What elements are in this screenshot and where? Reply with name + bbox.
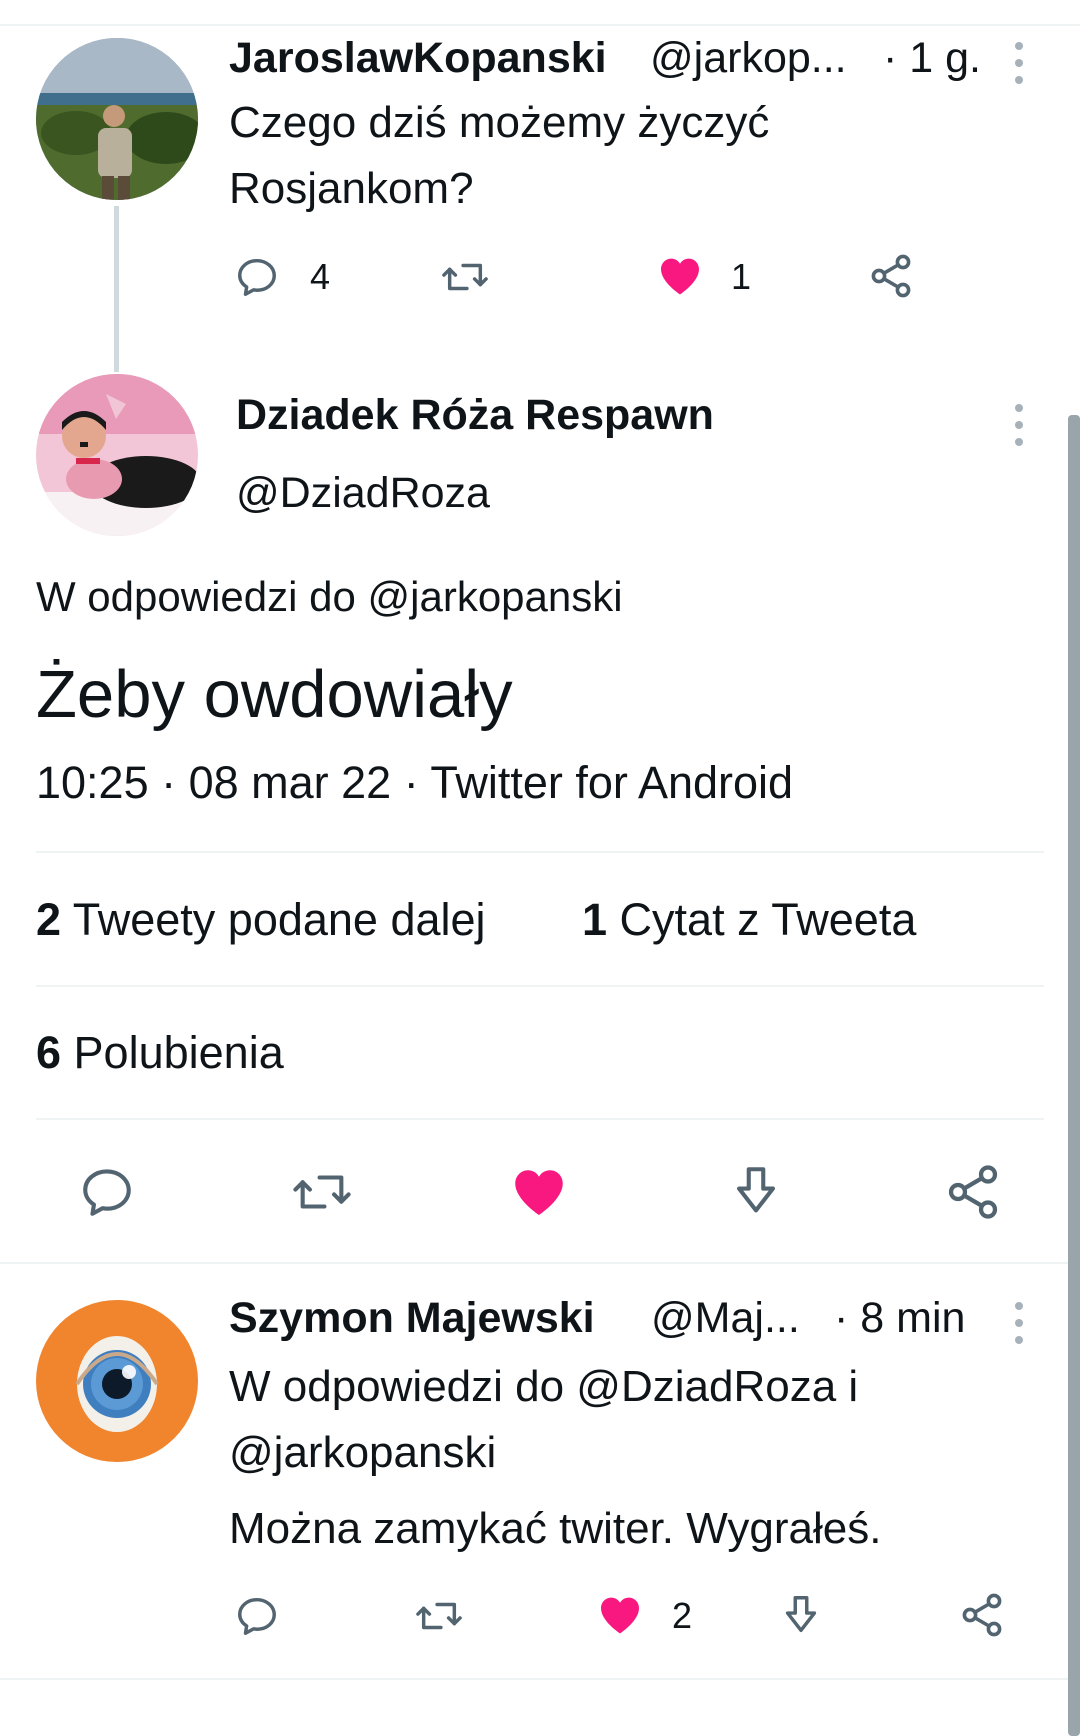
bottom-divider	[0, 1678, 1080, 1680]
tweet-text: Żeby owdowiały	[36, 657, 513, 732]
likes-label: Polubienia	[73, 1027, 284, 1078]
tweet-text-line-2: Rosjankom?	[229, 164, 474, 213]
retweet-icon	[416, 1602, 462, 1630]
tweet-time[interactable]: · 8 min	[834, 1294, 965, 1343]
tweet-jaroslaw[interactable]: JaroslawKopanski @jarkop... · 1 g. Czego…	[0, 26, 1080, 372]
author-handle[interactable]: @Maj...	[651, 1294, 800, 1343]
tweet-timestamp[interactable]: 10:25 · 08 mar 22 · Twitter for Android	[36, 757, 793, 809]
stats-divider-bottom	[36, 1118, 1044, 1120]
retweets-stat[interactable]: 2 Tweety podane dalej	[36, 894, 486, 946]
like-button[interactable]	[508, 1162, 570, 1222]
share-icon	[871, 254, 911, 298]
reply-button[interactable]: 4	[234, 254, 334, 304]
reply-to-label[interactable]: W odpowiedzi do @jarkopanski	[36, 573, 623, 621]
author-name[interactable]: Dziadek Róża Respawn	[236, 391, 714, 440]
reply-to-line-2[interactable]: @jarkopanski	[229, 1420, 496, 1486]
share-button[interactable]	[958, 1591, 1006, 1639]
reply-icon	[83, 1169, 131, 1216]
scrollbar[interactable]	[1068, 415, 1080, 1736]
more-options-icon[interactable]	[1015, 42, 1025, 84]
section-divider	[0, 1262, 1080, 1264]
avatar-szymon[interactable]	[36, 1300, 198, 1462]
retweet-button[interactable]	[440, 254, 500, 304]
more-options-icon[interactable]	[1015, 1302, 1025, 1344]
likes-stat[interactable]: 6 Polubienia	[36, 1027, 284, 1079]
quotes-stat[interactable]: 1 Cytat z Tweeta	[582, 894, 916, 946]
like-icon	[661, 258, 699, 295]
like-button[interactable]: 2	[595, 1591, 695, 1641]
thread-line	[114, 206, 119, 372]
like-icon	[601, 1597, 639, 1634]
like-count: 2	[672, 1595, 693, 1636]
bookmark-download-icon	[737, 1167, 775, 1213]
share-button[interactable]	[867, 252, 917, 302]
tweet-text: Można zamykać twiter. Wygrałeś.	[229, 1504, 882, 1553]
avatar-dziadroza[interactable]	[36, 374, 198, 536]
author-name[interactable]: JaroslawKopanski	[229, 34, 607, 83]
author-handle[interactable]: @DziadRoza	[236, 469, 490, 518]
like-button[interactable]: 1	[655, 252, 755, 302]
reply-icon	[238, 1597, 276, 1635]
reply-button[interactable]	[78, 1163, 136, 1221]
quotes-label: Cytat z Tweeta	[619, 894, 917, 945]
tweet-time[interactable]: · 1 g.	[883, 34, 981, 83]
retweet-icon	[442, 263, 488, 291]
share-button[interactable]	[943, 1162, 1003, 1222]
share-icon	[962, 1593, 1002, 1637]
stats-divider-top	[36, 851, 1044, 853]
retweet-icon	[293, 1175, 351, 1209]
reply-to-line-1[interactable]: W odpowiedzi do @DziadRoza i	[229, 1354, 858, 1420]
author-handle[interactable]: @jarkop...	[650, 34, 847, 83]
more-options-icon[interactable]	[1015, 404, 1025, 446]
share-icon	[948, 1165, 998, 1219]
tweet-text-line-1: Czego dziś możemy życzyć	[229, 98, 770, 147]
reply-icon	[238, 258, 276, 296]
retweet-button[interactable]	[290, 1163, 354, 1221]
reply-count: 4	[310, 256, 331, 297]
bookmark-download-icon	[785, 1596, 817, 1633]
stats-divider-mid	[36, 985, 1044, 987]
avatar-jaroslaw[interactable]	[36, 38, 198, 200]
author-name[interactable]: Szymon Majewski	[229, 1294, 595, 1343]
retweets-count: 2	[36, 894, 62, 945]
likes-count: 6	[36, 1027, 62, 1078]
bookmark-download-button[interactable]	[727, 1161, 785, 1221]
retweet-button[interactable]	[414, 1593, 464, 1639]
reply-button[interactable]	[234, 1593, 280, 1639]
quotes-count: 1	[582, 894, 608, 945]
bookmark-download-button[interactable]	[778, 1591, 824, 1639]
retweets-label: Tweety podane dalej	[72, 894, 486, 945]
like-icon	[515, 1170, 563, 1215]
like-count: 1	[731, 256, 752, 297]
